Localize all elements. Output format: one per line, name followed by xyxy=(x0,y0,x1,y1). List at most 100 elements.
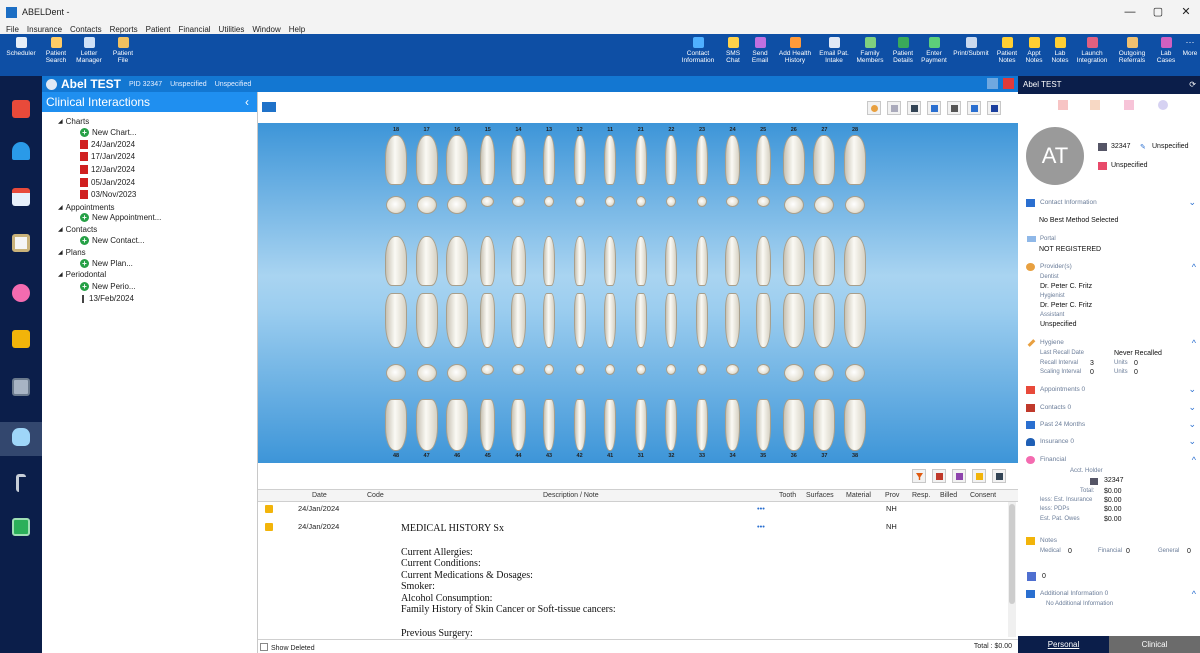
tooth-lower-lingual[interactable] xyxy=(385,293,407,348)
tooth-lower-occlusal[interactable] xyxy=(756,364,770,375)
tooth-lower-occlusal[interactable] xyxy=(481,364,495,375)
enter-payment-button[interactable]: Enter Payment xyxy=(920,34,948,76)
dental-tool-icon[interactable] xyxy=(16,474,26,492)
chart-view-toggle[interactable] xyxy=(262,102,276,112)
scroll-thumb[interactable] xyxy=(1009,504,1015,604)
tooth-upper-buccal[interactable] xyxy=(755,135,771,185)
list-button[interactable] xyxy=(952,469,966,483)
tooth-lower-lingual[interactable] xyxy=(634,293,647,348)
menu-file[interactable]: File xyxy=(6,25,19,34)
tooth-upper-lingual[interactable] xyxy=(415,236,438,286)
checkbox[interactable] xyxy=(260,643,268,651)
tooth-upper-buccal[interactable] xyxy=(696,135,708,185)
add-note-button[interactable] xyxy=(972,469,986,483)
col-description[interactable]: Description / Note xyxy=(543,492,599,499)
chart-item[interactable]: 12/Jan/2024 xyxy=(80,165,135,174)
minimize-icon[interactable]: — xyxy=(1116,0,1144,24)
tooth-lower-lingual[interactable] xyxy=(480,293,496,348)
lab-notes-button[interactable]: Lab Notes xyxy=(1048,34,1072,76)
tooth-upper-lingual[interactable] xyxy=(755,236,771,286)
tooth-lower-lingual[interactable] xyxy=(665,293,678,348)
tree-node-periodontal[interactable]: ◢ Periodontal xyxy=(58,270,106,279)
tooth-upper-occlusal[interactable] xyxy=(783,196,804,214)
tooth-lower-buccal[interactable] xyxy=(543,399,555,451)
info-icon[interactable] xyxy=(1158,100,1168,110)
tooth-lower-lingual[interactable] xyxy=(725,293,741,348)
tooth-upper-lingual[interactable] xyxy=(480,236,496,286)
new-perio-link[interactable]: + New Perio... xyxy=(80,282,136,291)
refresh-icon[interactable]: ⟳ xyxy=(1189,76,1196,94)
alert-icon[interactable] xyxy=(1090,100,1100,110)
scheduler-button[interactable]: Scheduler xyxy=(4,34,38,76)
print-chart-button[interactable] xyxy=(907,101,921,115)
perio-item[interactable]: 13/Feb/2024 xyxy=(82,294,134,303)
tooth-upper-buccal[interactable] xyxy=(543,135,555,185)
tooth-lower-buccal[interactable] xyxy=(696,399,708,451)
pencil-icon[interactable] xyxy=(1124,100,1134,110)
tooth-lower-lingual[interactable] xyxy=(813,293,836,348)
tooth-upper-occlusal[interactable] xyxy=(845,196,865,214)
collapse-chevron-icon[interactable]: ^ xyxy=(1192,455,1196,465)
tooth-lower-occlusal[interactable] xyxy=(447,364,468,382)
tooth-upper-buccal[interactable] xyxy=(634,135,647,185)
tooth-upper-lingual[interactable] xyxy=(573,236,586,286)
tooth-lower-lingual[interactable] xyxy=(844,293,866,348)
tooth-lower-buccal[interactable] xyxy=(385,399,407,451)
new-chart-link[interactable]: + New Chart... xyxy=(80,128,136,137)
tooth-upper-lingual[interactable] xyxy=(782,236,805,286)
tooth-lower-buccal[interactable] xyxy=(725,399,741,451)
patient-details-button[interactable]: Patient Details xyxy=(888,34,918,76)
chart-item[interactable]: 24/Jan/2024 xyxy=(80,140,135,149)
tooth-upper-buccal[interactable] xyxy=(725,135,741,185)
tooth-lower-buccal[interactable] xyxy=(446,399,469,451)
tooth-lower-occlusal[interactable] xyxy=(845,364,865,382)
menu-help[interactable]: Help xyxy=(289,25,305,34)
show-deleted-toggle[interactable]: Show Deleted xyxy=(260,643,315,652)
tooth-lower-occlusal[interactable] xyxy=(544,364,554,375)
tooth-upper-lingual[interactable] xyxy=(696,236,708,286)
tooth-upper-buccal[interactable] xyxy=(573,135,586,185)
tooth-upper-occlusal[interactable] xyxy=(386,196,406,214)
menu-insurance[interactable]: Insurance xyxy=(27,25,62,34)
col-prov[interactable]: Prov xyxy=(885,492,899,499)
tooth-lower-lingual[interactable] xyxy=(543,293,555,348)
tooth-upper-buccal[interactable] xyxy=(604,135,617,185)
print-submit-button[interactable]: Print/Submit xyxy=(950,34,992,76)
tooth-upper-occlusal[interactable] xyxy=(447,196,468,214)
tooth-upper-occlusal[interactable] xyxy=(416,196,437,214)
launch-integration-button[interactable]: Launch Integration xyxy=(1074,34,1110,76)
piggy-bank-icon[interactable] xyxy=(12,284,30,302)
letter-manager-button[interactable]: Letter Manager xyxy=(74,34,104,76)
home-icon[interactable] xyxy=(12,100,30,118)
tooth-upper-lingual[interactable] xyxy=(543,236,555,286)
tree-node-charts[interactable]: ◢ Charts xyxy=(58,117,89,126)
expand-chevron-icon[interactable]: ⌄ xyxy=(1188,402,1196,413)
maximize-icon[interactable]: ▢ xyxy=(1144,0,1172,24)
chart-item[interactable]: 03/Nov/2023 xyxy=(80,190,136,199)
col-tooth[interactable]: Tooth xyxy=(779,492,796,499)
filter-button[interactable] xyxy=(912,469,926,483)
document-view-button[interactable] xyxy=(887,101,901,115)
tooth-lower-lingual[interactable] xyxy=(415,293,438,348)
tooth-upper-lingual[interactable] xyxy=(385,236,407,286)
tooth-lower-occlusal[interactable] xyxy=(635,364,646,375)
collapse-panel-icon[interactable]: ‹ xyxy=(245,92,249,112)
menu-financial[interactable]: Financial xyxy=(179,25,211,34)
tooth-upper-occlusal[interactable] xyxy=(814,196,835,214)
menu-reports[interactable]: Reports xyxy=(110,25,138,34)
calendar-icon[interactable] xyxy=(12,188,30,206)
tooth-lower-occlusal[interactable] xyxy=(697,364,707,375)
tooth-upper-buccal[interactable] xyxy=(480,135,496,185)
outgoing-referrals-button[interactable]: Outgoing Referrals xyxy=(1112,34,1152,76)
tooth-lower-occlusal[interactable] xyxy=(726,364,740,375)
tooth-lower-buccal[interactable] xyxy=(604,399,617,451)
new-plan-link[interactable]: + New Plan... xyxy=(80,259,133,268)
patient-avatar[interactable]: AT xyxy=(1026,127,1084,185)
tooth-upper-lingual[interactable] xyxy=(725,236,741,286)
tooth-upper-buccal[interactable] xyxy=(415,135,438,185)
row-more-icon[interactable]: ••• xyxy=(757,504,765,513)
tooth-lower-occlusal[interactable] xyxy=(386,364,406,382)
tooth-icon[interactable] xyxy=(12,428,30,446)
tooth-lower-buccal[interactable] xyxy=(573,399,586,451)
tooth-upper-occlusal[interactable] xyxy=(574,196,585,207)
